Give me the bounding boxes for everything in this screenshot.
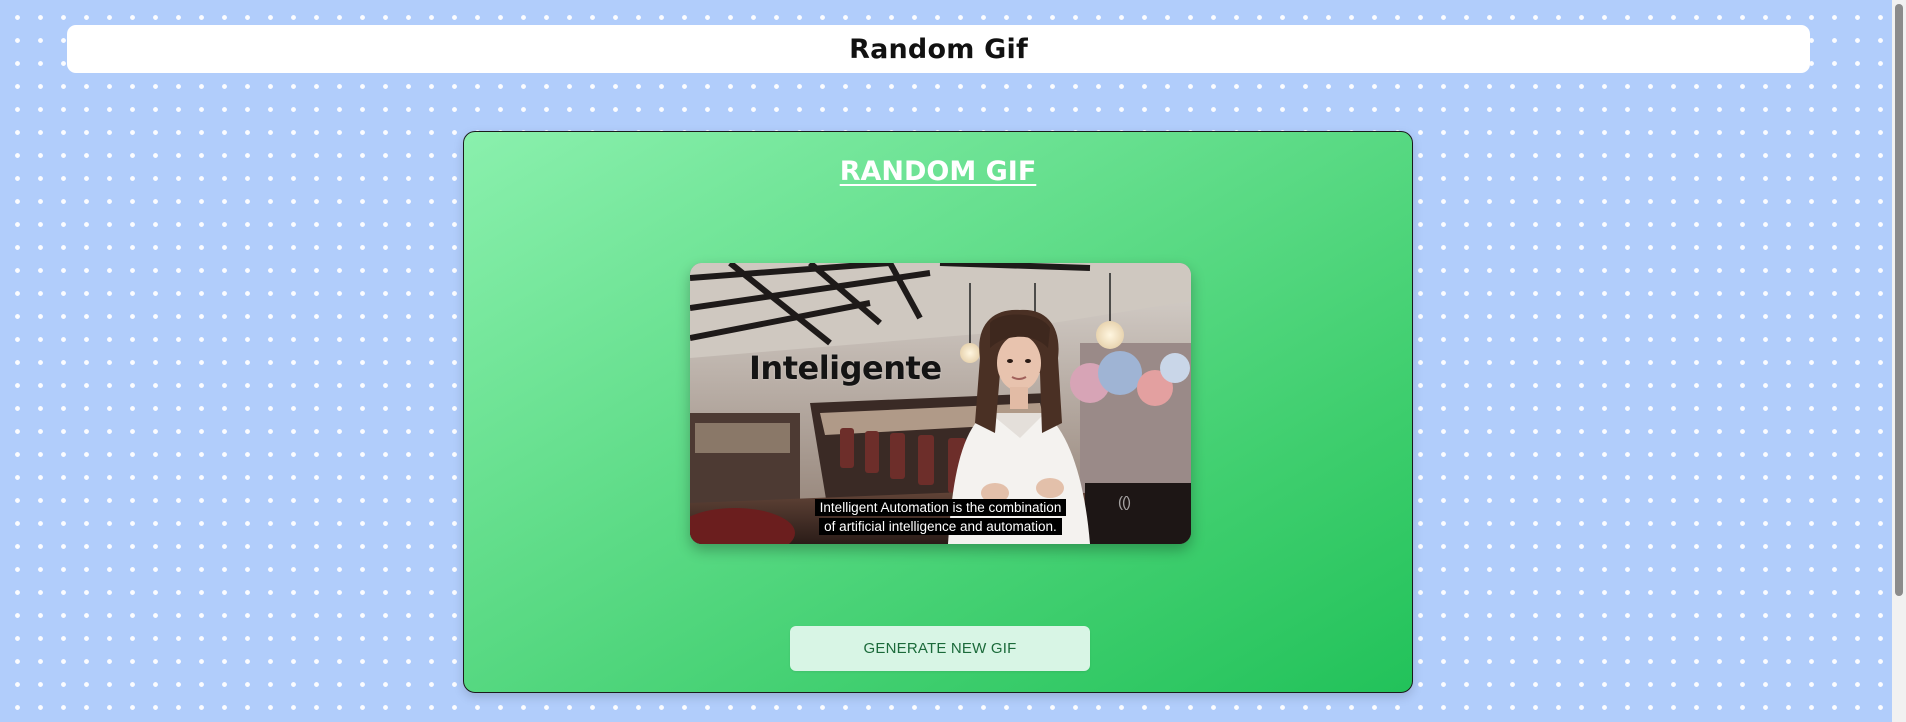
vertical-scrollbar[interactable] — [1892, 0, 1906, 722]
top-header-bar: Random Gif — [67, 25, 1810, 73]
page-title: Random Gif — [849, 33, 1028, 65]
random-gif-card: RANDOM GIF Inteligente Intelligent Autom… — [463, 131, 1413, 693]
card-title: RANDOM GIF — [839, 156, 1037, 187]
gif-caption-line-2: of artificial intelligence and automatio… — [819, 518, 1062, 535]
gif-image: Inteligente Intelligent Automation is th… — [690, 263, 1191, 544]
scrollbar-thumb[interactable] — [1895, 4, 1903, 596]
generate-new-gif-button[interactable]: GENERATE NEW GIF — [790, 626, 1090, 671]
gif-watermark: (() — [1118, 494, 1131, 511]
gif-caption: Intelligent Automation is the combinatio… — [690, 498, 1191, 536]
gif-caption-line-1: Intelligent Automation is the combinatio… — [814, 499, 1067, 516]
gif-overlay-text: Inteligente — [749, 349, 942, 387]
